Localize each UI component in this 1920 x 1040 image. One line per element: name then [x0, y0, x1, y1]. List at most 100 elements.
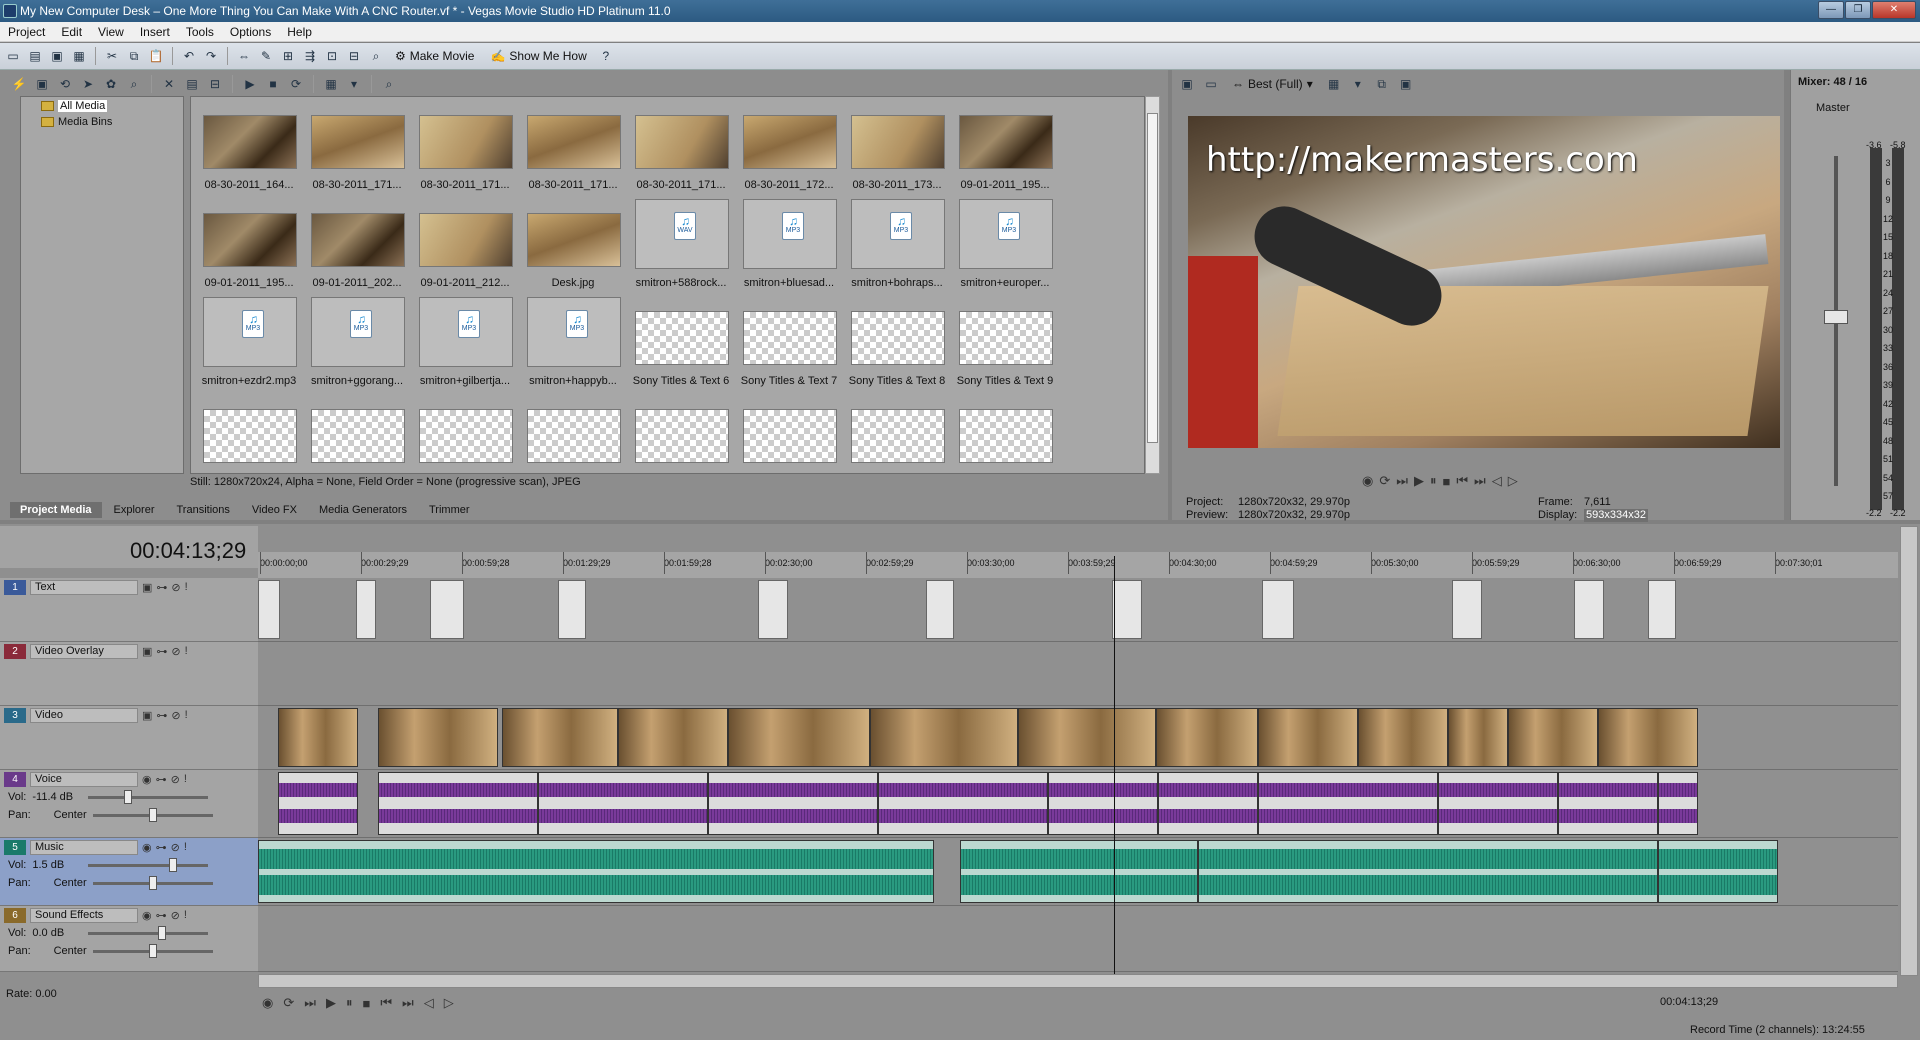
stop-icon[interactable]: ■: [362, 996, 370, 1011]
track-lane[interactable]: [258, 706, 1898, 770]
video-clip[interactable]: [378, 708, 498, 767]
media-thumbnail[interactable]: 08-30-2011_172...: [735, 99, 841, 195]
zoom-icon[interactable]: ⌕: [380, 75, 398, 93]
pan-slider[interactable]: [92, 807, 213, 822]
video-clip[interactable]: [1156, 708, 1258, 767]
pan-slider[interactable]: [92, 875, 213, 890]
time-ruler[interactable]: 00:00:00;00 00:00:29;29 00:00:59;28 00:01:2…: [258, 552, 1898, 578]
menu-help[interactable]: Help: [279, 25, 320, 39]
menu-tools[interactable]: Tools: [178, 25, 222, 39]
pan-slider-knob[interactable]: [148, 875, 157, 890]
arm-record-icon[interactable]: ◉: [142, 841, 152, 854]
delete-icon[interactable]: ✕: [160, 75, 178, 93]
media-thumbnail[interactable]: MP3 smitron+bohraps...: [843, 197, 949, 293]
tab-trimmer[interactable]: Trimmer: [419, 502, 480, 518]
save-icon[interactable]: ▣: [48, 47, 66, 65]
go-to-end-icon[interactable]: ⏭: [402, 995, 414, 1011]
show-me-how-button[interactable]: ✍ Show Me How: [484, 49, 592, 63]
envelope-tool-icon[interactable]: ✎: [257, 47, 275, 65]
text-clip[interactable]: [258, 580, 280, 639]
remove-unused-icon[interactable]: ➤: [79, 75, 97, 93]
pause-icon[interactable]: ⏸: [346, 995, 353, 1011]
stop-icon[interactable]: ■: [1442, 474, 1450, 489]
media-thumbnail[interactable]: 08-30-2011_171...: [627, 99, 733, 195]
media-thumbnail[interactable]: MP3 smitron+ggorang...: [303, 295, 409, 391]
video-clip[interactable]: [1018, 708, 1156, 767]
play-preview-icon[interactable]: ▶: [241, 75, 259, 93]
music-clip[interactable]: [1658, 840, 1778, 903]
voice-clip[interactable]: [538, 772, 708, 835]
video-clip[interactable]: [278, 708, 358, 767]
tab-video-fx[interactable]: Video FX: [242, 502, 307, 518]
tab-transitions[interactable]: Transitions: [167, 502, 240, 518]
menu-view[interactable]: View: [90, 25, 132, 39]
menu-options[interactable]: Options: [222, 25, 279, 39]
mute-icon[interactable]: ⊘: [171, 841, 180, 854]
track-name[interactable]: Sound Effects: [30, 907, 138, 923]
menu-project[interactable]: Project: [0, 25, 53, 39]
copy-snapshot-icon[interactable]: ⧉: [1373, 75, 1391, 93]
video-clip[interactable]: [502, 708, 618, 767]
media-thumbnail[interactable]: 09-01-2011_195...: [951, 99, 1057, 195]
pan-slider-knob[interactable]: [148, 943, 157, 958]
track-lane[interactable]: [258, 770, 1898, 838]
solo-icon[interactable]: !: [184, 841, 187, 854]
track-motion-icon[interactable]: ▣: [142, 709, 152, 722]
voice-clip[interactable]: [1258, 772, 1438, 835]
copy-icon[interactable]: ⧉: [125, 47, 143, 65]
voice-clip[interactable]: [708, 772, 878, 835]
zoom-tool-icon[interactable]: ⌕: [367, 47, 385, 65]
track-header-video[interactable]: 3 Video ▣ ⊶ ⊘!: [0, 706, 258, 770]
save-snapshot-icon[interactable]: ▣: [1397, 75, 1415, 93]
capture-icon[interactable]: ▣: [33, 75, 51, 93]
track-fx-icon[interactable]: ⊶: [156, 909, 167, 922]
text-clip[interactable]: [558, 580, 586, 639]
track-fx-icon[interactable]: ⊶: [156, 645, 167, 658]
media-fx-icon[interactable]: ✿: [102, 75, 120, 93]
media-thumbnail[interactable]: [951, 393, 1057, 473]
maximize-icon[interactable]: ❐: [1845, 1, 1871, 19]
media-scrollbar[interactable]: [1145, 96, 1160, 474]
media-thumbnail[interactable]: MP3 smitron+happyb...: [519, 295, 625, 391]
mute-icon[interactable]: ⊘: [171, 909, 180, 922]
track-name[interactable]: Text: [30, 579, 138, 595]
help-icon[interactable]: ?: [597, 47, 615, 65]
track-lane[interactable]: [258, 838, 1898, 906]
auto-ripple-icon[interactable]: ⇶: [301, 47, 319, 65]
media-thumbnail[interactable]: 09-01-2011_212...: [411, 197, 517, 293]
video-clip[interactable]: [1258, 708, 1358, 767]
track-name[interactable]: Video: [30, 707, 138, 723]
video-clip[interactable]: [870, 708, 1018, 767]
timeline-horizontal-scrollbar[interactable]: [258, 974, 1898, 988]
mute-icon[interactable]: ⊘: [171, 773, 180, 786]
loop-icon[interactable]: ⟳: [283, 995, 294, 1011]
import-media-icon[interactable]: ⚡: [10, 75, 28, 93]
track-motion-icon[interactable]: ▣: [142, 645, 152, 658]
preview-quality-dropdown[interactable]: ⇔ Best (Full) ▾: [1226, 77, 1319, 91]
redo-icon[interactable]: ↷: [202, 47, 220, 65]
solo-icon[interactable]: !: [185, 645, 188, 658]
go-to-start-icon[interactable]: ⏮: [1456, 473, 1468, 489]
lock-envelopes-icon[interactable]: ⊡: [323, 47, 341, 65]
voice-clip[interactable]: [878, 772, 1048, 835]
media-thumbnail[interactable]: 08-30-2011_171...: [303, 99, 409, 195]
solo-icon[interactable]: !: [185, 709, 188, 722]
get-media-icon[interactable]: ⟲: [56, 75, 74, 93]
media-thumbnail[interactable]: [519, 393, 625, 473]
text-clip[interactable]: [1452, 580, 1482, 639]
voice-clip[interactable]: [278, 772, 358, 835]
go-to-start-icon[interactable]: ⏮: [380, 995, 392, 1011]
media-thumbnail[interactable]: [627, 393, 733, 473]
auto-preview-icon[interactable]: ⟳: [287, 75, 305, 93]
media-tags-icon[interactable]: ⊟: [206, 75, 224, 93]
track-lane[interactable]: [258, 906, 1898, 972]
video-clip[interactable]: [1508, 708, 1598, 767]
minimize-icon[interactable]: —: [1818, 1, 1844, 19]
overlays-icon[interactable]: ▦: [1325, 75, 1343, 93]
views-dropdown-icon[interactable]: ▾: [345, 75, 363, 93]
overlays-dropdown-icon[interactable]: ▾: [1349, 75, 1367, 93]
track-lane[interactable]: [258, 642, 1898, 706]
solo-icon[interactable]: !: [184, 909, 187, 922]
mute-icon[interactable]: ⊘: [171, 709, 180, 722]
voice-clip[interactable]: [1558, 772, 1658, 835]
